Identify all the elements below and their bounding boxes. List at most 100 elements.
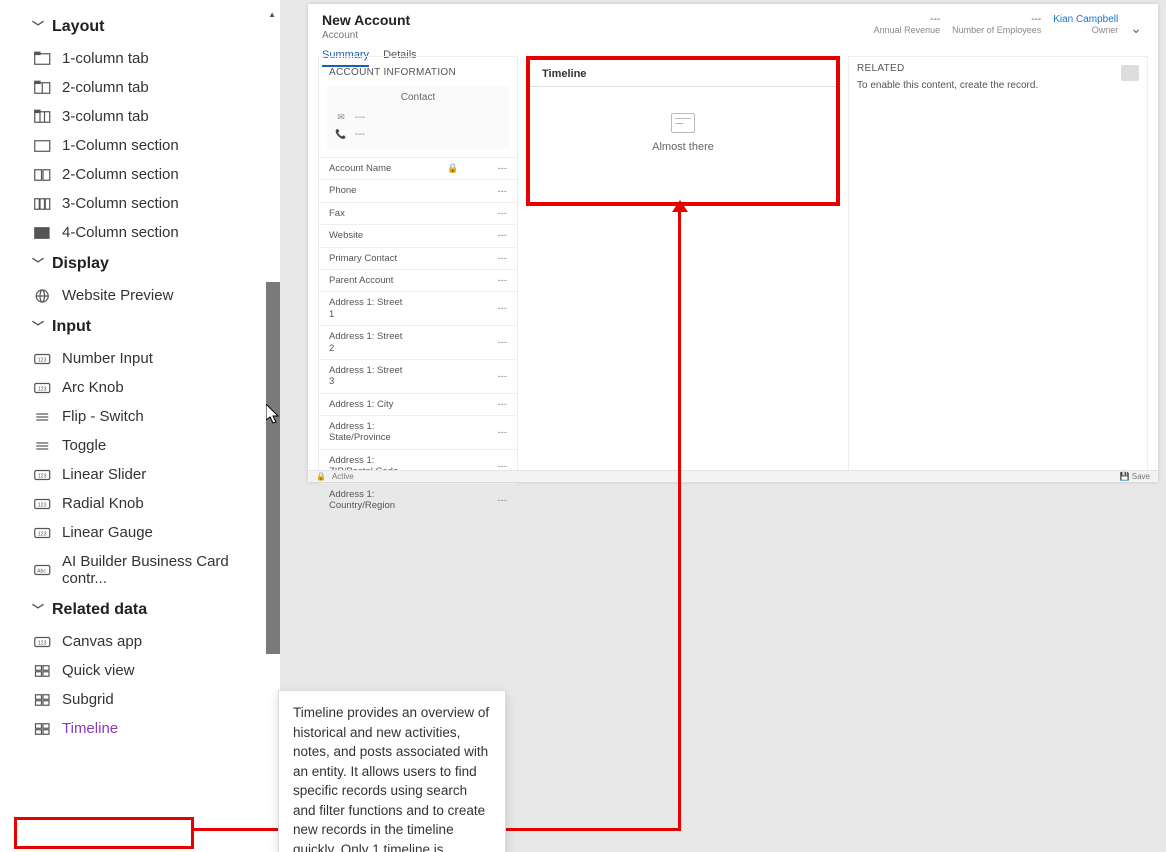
component-item-radial-knob[interactable]: 123Radial Knob — [32, 489, 270, 518]
component-label: Linear Gauge — [62, 524, 153, 541]
header-field-owner[interactable]: Kian CampbellOwner — [1053, 14, 1118, 35]
annotation-arrow-vertical — [678, 206, 681, 830]
field-label: Account Name — [329, 163, 405, 174]
component-item-1-column-tab[interactable]: 1-column tab — [32, 44, 270, 73]
section-timeline[interactable]: Timeline Almost there — [526, 56, 840, 472]
field-value: --- — [498, 163, 508, 174]
field-value: --- — [498, 371, 508, 382]
field-label: Address 1: Street 3 — [329, 365, 405, 388]
group-header-layout[interactable]: ﹀Layout — [32, 10, 270, 44]
component-label: Linear Slider — [62, 466, 146, 483]
component-label: Subgrid — [62, 691, 114, 708]
component-item-4-column-section[interactable]: 4-Column section — [32, 218, 270, 247]
header-field-number-of-employees[interactable]: ---Number of Employees — [952, 14, 1041, 35]
component-item-website-preview[interactable]: Website Preview — [32, 281, 270, 310]
component-item-3-column-tab[interactable]: 3-column tab — [32, 102, 270, 131]
lines-icon — [34, 409, 52, 425]
lines-icon — [34, 438, 52, 454]
num-icon: 123 — [34, 351, 52, 367]
field-label: Address 1: Street 1 — [329, 297, 405, 320]
timeline-tooltip: Timeline provides an overview of histori… — [278, 690, 506, 852]
mail-icon: ✉ — [335, 112, 347, 123]
field-account-name[interactable]: Account Name🔒--- — [319, 157, 517, 179]
contact-phone-row[interactable]: 📞--- — [335, 126, 501, 143]
contact-card[interactable]: Contact ✉---📞--- — [327, 86, 509, 149]
component-item-number-input[interactable]: 123Number Input — [32, 344, 270, 373]
contact-row-value: --- — [355, 129, 365, 140]
form-status-bar: 🔒 Active 💾 Save — [308, 470, 1158, 482]
svg-text:Abc: Abc — [37, 568, 46, 574]
chevron-down-icon: ﹀ — [32, 255, 46, 272]
field-label: Fax — [329, 208, 405, 219]
component-label: 1-Column section — [62, 137, 179, 154]
field-address-1-country-region[interactable]: Address 1: Country/Region--- — [319, 483, 517, 517]
group-header-related-data[interactable]: ﹀Related data — [32, 593, 270, 627]
component-item-timeline[interactable]: Timeline — [32, 714, 270, 743]
status-save-icon[interactable]: 💾 — [1120, 472, 1130, 481]
group-header-display[interactable]: ﹀ Display — [32, 247, 270, 281]
field-value: --- — [498, 230, 508, 241]
component-item-quick-view[interactable]: Quick view — [32, 656, 270, 685]
component-item-ai-builder-business-card-contr-[interactable]: Abc AI Builder Business Card contr... — [32, 547, 270, 593]
annotation-arrow-head — [672, 200, 688, 212]
field-address-1-street-2[interactable]: Address 1: Street 2--- — [319, 325, 517, 359]
component-label: 2-Column section — [62, 166, 179, 183]
header-field-label: Annual Revenue — [874, 25, 941, 35]
field-value: --- — [498, 303, 508, 314]
timeline-control-highlight: Timeline Almost there — [526, 56, 840, 206]
num-icon: 123 — [34, 525, 52, 541]
component-item-linear-slider[interactable]: 123 Linear Slider — [32, 460, 270, 489]
field-address-1-city[interactable]: Address 1: City--- — [319, 393, 517, 415]
component-item-flip-switch[interactable]: Flip - Switch — [32, 402, 270, 431]
component-item-canvas-app[interactable]: 123 Canvas app — [32, 627, 270, 656]
grid-icon — [34, 663, 52, 679]
field-address-1-street-1[interactable]: Address 1: Street 1 --- — [319, 291, 517, 325]
component-label: Arc Knob — [62, 379, 124, 396]
component-label: Canvas app — [62, 633, 142, 650]
component-item-linear-gauge[interactable]: 123 Linear Gauge — [32, 518, 270, 547]
field-address-1-state-province[interactable]: Address 1: State/Province--- — [319, 415, 517, 449]
component-item-2-column-tab[interactable]: 2-column tab — [32, 73, 270, 102]
contact-mail-row[interactable]: ✉--- — [335, 109, 501, 126]
component-item-subgrid[interactable]: Subgrid — [32, 685, 270, 714]
component-item-1-column-section[interactable]: 1-Column section — [32, 131, 270, 160]
component-label: Flip - Switch — [62, 408, 144, 425]
section-title: ACCOUNT INFORMATION — [319, 63, 517, 84]
header-field-annual-revenue[interactable]: ---Annual Revenue — [874, 14, 941, 35]
status-save-label: Save — [1132, 472, 1150, 481]
abc-icon: Abc — [34, 562, 52, 578]
component-item-2-column-section[interactable]: 2-Column section — [32, 160, 270, 189]
section-account-information[interactable]: ACCOUNT INFORMATION Contact ✉---📞--- Acc… — [318, 56, 518, 472]
component-label: AI Builder Business Card contr... — [62, 553, 270, 587]
component-label: 3-Column section — [62, 195, 179, 212]
component-label: Quick view — [62, 662, 135, 679]
chevron-down-icon: ﹀ — [32, 601, 46, 618]
component-item-toggle[interactable]: Toggle — [32, 431, 270, 460]
component-item-arc-knob[interactable]: 123Arc Knob — [32, 373, 270, 402]
field-value: --- — [498, 337, 508, 348]
field-parent-account[interactable]: Parent Account--- — [319, 269, 517, 291]
field-address-1-street-3[interactable]: Address 1: Street 3 --- — [319, 359, 517, 393]
field-fax[interactable]: Fax--- — [319, 202, 517, 224]
scroll-up-arrow[interactable]: ▲ — [268, 10, 276, 19]
component-label: Timeline — [62, 720, 118, 737]
group-title: Display — [52, 255, 109, 273]
field-primary-contact[interactable]: Primary Contact--- — [319, 247, 517, 269]
timeline-title: Timeline — [542, 68, 824, 80]
component-item-3-column-section[interactable]: 3-Column section — [32, 189, 270, 218]
field-label: Address 1: City — [329, 399, 405, 410]
svg-text:123: 123 — [38, 640, 47, 646]
field-phone[interactable]: Phone--- — [319, 179, 517, 201]
field-label: Phone — [329, 185, 405, 196]
svg-text:123: 123 — [38, 357, 47, 363]
component-label: Toggle — [62, 437, 106, 454]
scrollbar-thumb[interactable] — [266, 282, 280, 654]
num-icon: 123 — [34, 467, 52, 483]
field-website[interactable]: Website--- — [319, 224, 517, 246]
tooltip-text: Timeline provides an overview of histori… — [293, 705, 489, 852]
field-label: Primary Contact — [329, 253, 405, 264]
globe-icon — [34, 288, 52, 304]
group-header-input[interactable]: ﹀Input — [32, 310, 270, 344]
section-related[interactable]: RELATED To enable this content, create t… — [848, 56, 1148, 472]
header-expand-chevron-icon[interactable]: ⌄ — [1130, 14, 1142, 37]
